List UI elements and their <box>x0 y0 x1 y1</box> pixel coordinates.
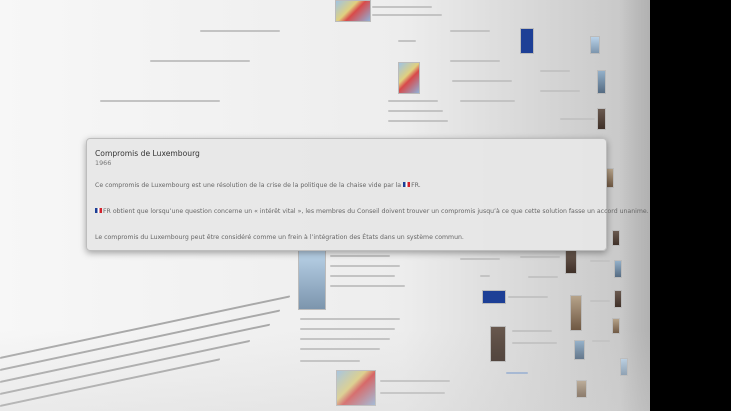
country-code-link[interactable]: FR <box>103 208 111 215</box>
text-line <box>100 100 220 102</box>
popup-paragraph-1: Ce compromis de Luxembourg est une résol… <box>95 182 421 189</box>
event-popup-card[interactable]: Compromis de Luxembourg 1966 Ce compromi… <box>86 138 649 251</box>
text-line <box>330 265 400 267</box>
image-thumbnail <box>606 168 614 188</box>
text-line <box>150 60 250 62</box>
text-line <box>450 60 500 62</box>
text-line <box>388 120 448 122</box>
popup-title: Compromis de Luxembourg <box>95 149 200 158</box>
map-thumbnail <box>398 62 420 94</box>
flag-france-icon <box>403 182 411 187</box>
text-line <box>398 40 416 42</box>
text-line <box>590 260 610 262</box>
text-line <box>450 30 490 32</box>
text-line <box>480 275 490 277</box>
image-thumbnail <box>597 70 606 94</box>
text-line <box>452 80 512 82</box>
black-margin <box>650 0 731 411</box>
image-thumbnail <box>570 295 582 331</box>
text-line <box>460 258 500 260</box>
country-code-link[interactable]: FR <box>411 182 419 189</box>
paragraph-2-text: obtient que lorsqu’une question concerne… <box>110 208 649 215</box>
paragraph-1-end: . <box>418 182 421 189</box>
map-thumbnail <box>335 0 371 22</box>
text-line <box>200 30 280 32</box>
flag-thumbnail <box>482 290 506 304</box>
popup-paragraph-3: Le compromis du Luxembourg peut être con… <box>95 234 464 241</box>
text-line <box>508 296 548 298</box>
text-line <box>528 276 558 278</box>
image-thumbnail <box>597 108 606 130</box>
text-line <box>560 118 595 120</box>
text-line <box>330 275 395 277</box>
paragraph-1-text: Ce compromis de Luxembourg est une résol… <box>95 182 402 189</box>
text-line <box>590 300 610 302</box>
flag-france-icon <box>95 208 102 213</box>
text-line <box>540 70 570 72</box>
text-line <box>520 256 560 258</box>
popup-paragraph-2: FR obtient que lorsqu’une question conce… <box>95 208 649 215</box>
floor-shading <box>0 330 650 411</box>
text-line <box>460 100 515 102</box>
text-line <box>372 14 442 16</box>
text-line <box>388 110 443 112</box>
image-thumbnail <box>612 230 620 246</box>
text-line <box>330 255 390 257</box>
image-thumbnail <box>590 36 600 54</box>
text-line <box>540 90 580 92</box>
flag-thumbnail <box>520 28 534 54</box>
popup-year: 1966 <box>95 159 112 167</box>
image-thumbnail <box>565 250 577 274</box>
text-line <box>330 285 405 287</box>
text-line <box>388 100 438 102</box>
text-line <box>372 6 432 8</box>
